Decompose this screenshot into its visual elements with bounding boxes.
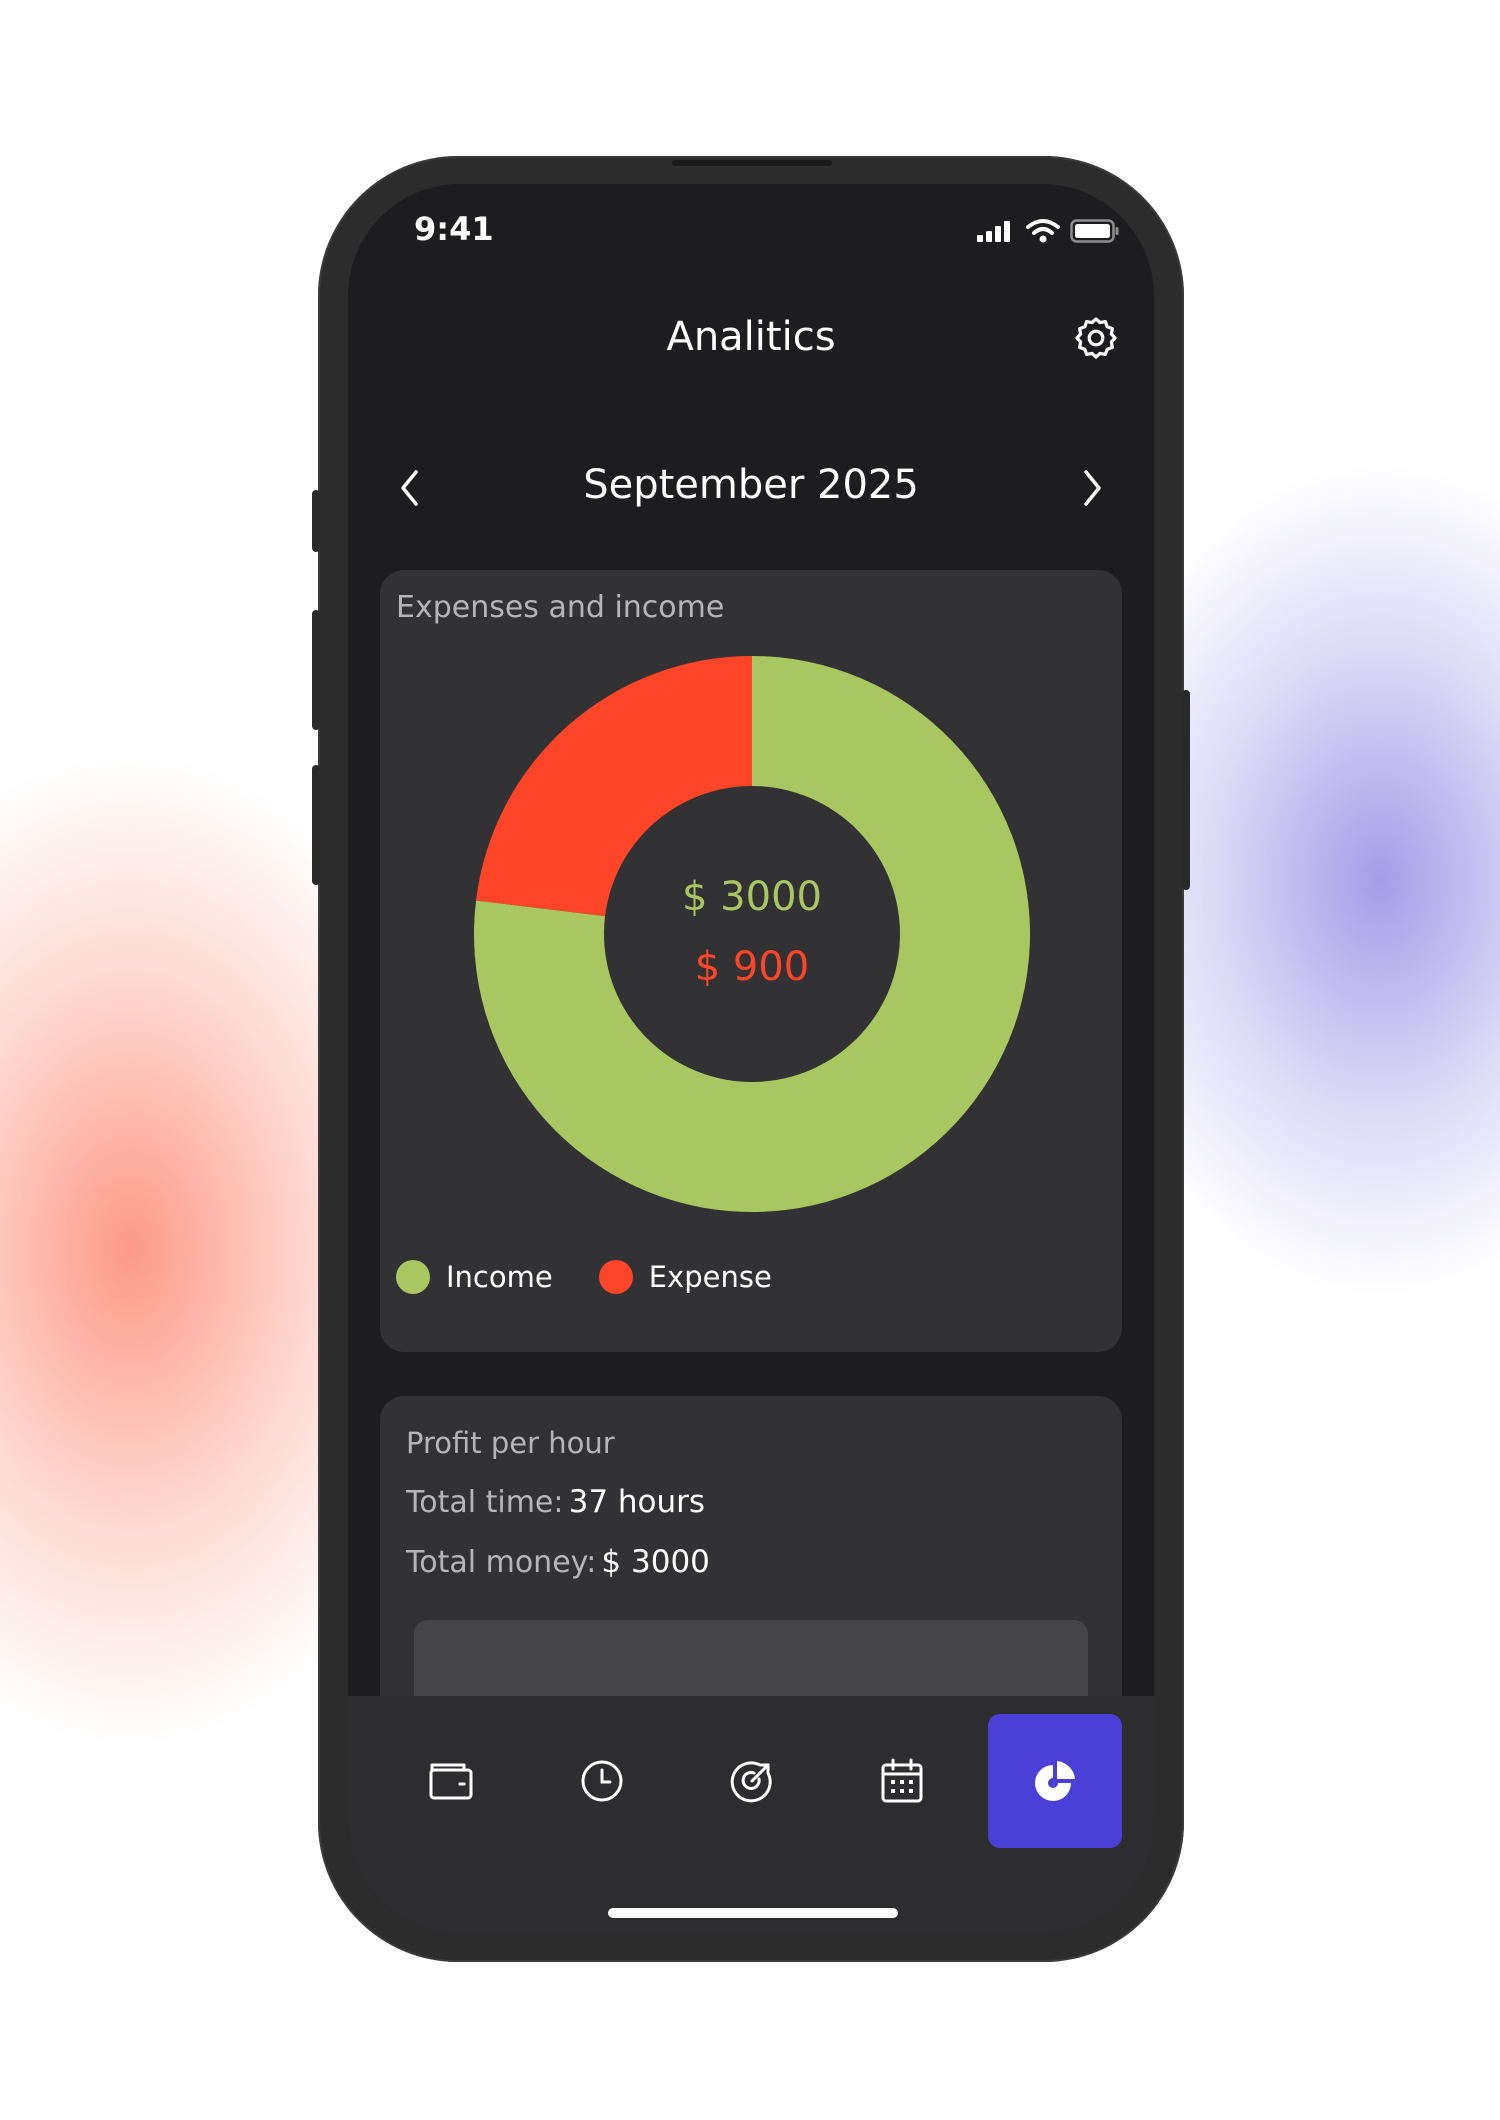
wallet-icon [429, 1763, 473, 1800]
income-legend-dot [396, 1260, 430, 1294]
pie-chart-icon [1035, 1761, 1075, 1801]
clock-icon [581, 1760, 623, 1802]
chart-legend: Income Expense [396, 1260, 772, 1294]
total-money-label: Total money: [406, 1545, 597, 1580]
signal-icon [977, 221, 1010, 242]
settings-button[interactable] [1070, 312, 1122, 364]
page-title: Analitics [666, 314, 836, 360]
target-icon [730, 1761, 772, 1803]
total-time-label: Total time: [406, 1485, 564, 1520]
nav-analytics[interactable] [988, 1714, 1122, 1848]
income-total: $ 3000 [682, 874, 822, 920]
card-title: Expenses and income [396, 590, 725, 625]
wifi-icon [1026, 219, 1060, 243]
phone-side-button [312, 490, 320, 552]
nav-goals[interactable] [685, 1714, 819, 1848]
expenses-income-card: Expenses and income $ 3000 $ 900 Income … [380, 570, 1122, 1352]
battery-icon [1070, 219, 1119, 243]
total-time-row: Total time: 37 hours [406, 1484, 705, 1520]
app-screen: 9:41 Analitics September 2025 Expenses a… [348, 184, 1154, 1934]
status-time: 9:41 [414, 210, 494, 248]
status-icons [976, 218, 1120, 244]
donut-chart-svg [473, 656, 1030, 1212]
total-money-row: Total money: $ 3000 [406, 1544, 710, 1580]
total-time-value: 37 hours [568, 1484, 706, 1520]
income-legend-label: Income [446, 1260, 553, 1294]
home-indicator[interactable] [608, 1908, 898, 1918]
phone-volume-up-button [312, 610, 320, 730]
nav-calendar[interactable] [835, 1714, 969, 1848]
expense-total: $ 900 [694, 944, 810, 990]
card-title: Profit per hour [406, 1426, 615, 1460]
phone-volume-down-button [312, 765, 320, 885]
phone-power-button [1182, 690, 1190, 890]
expense-legend-dot [598, 1260, 633, 1294]
nav-wallet[interactable] [384, 1714, 518, 1848]
current-month-label: September 2025 [583, 462, 919, 508]
month-navigator: September 2025 [348, 456, 1154, 520]
bottom-navigation [348, 1696, 1154, 1934]
total-money-value: $ 3000 [601, 1544, 710, 1580]
donut-chart: $ 3000 $ 900 [473, 656, 1030, 1212]
chevron-right-icon [1084, 470, 1101, 506]
phone-earpiece [672, 160, 832, 166]
gear-icon [1075, 317, 1117, 359]
next-month-button[interactable] [1070, 464, 1114, 512]
nav-time[interactable] [535, 1714, 669, 1848]
expense-legend-label: Expense [648, 1260, 772, 1294]
calendar-icon [881, 1758, 923, 1803]
